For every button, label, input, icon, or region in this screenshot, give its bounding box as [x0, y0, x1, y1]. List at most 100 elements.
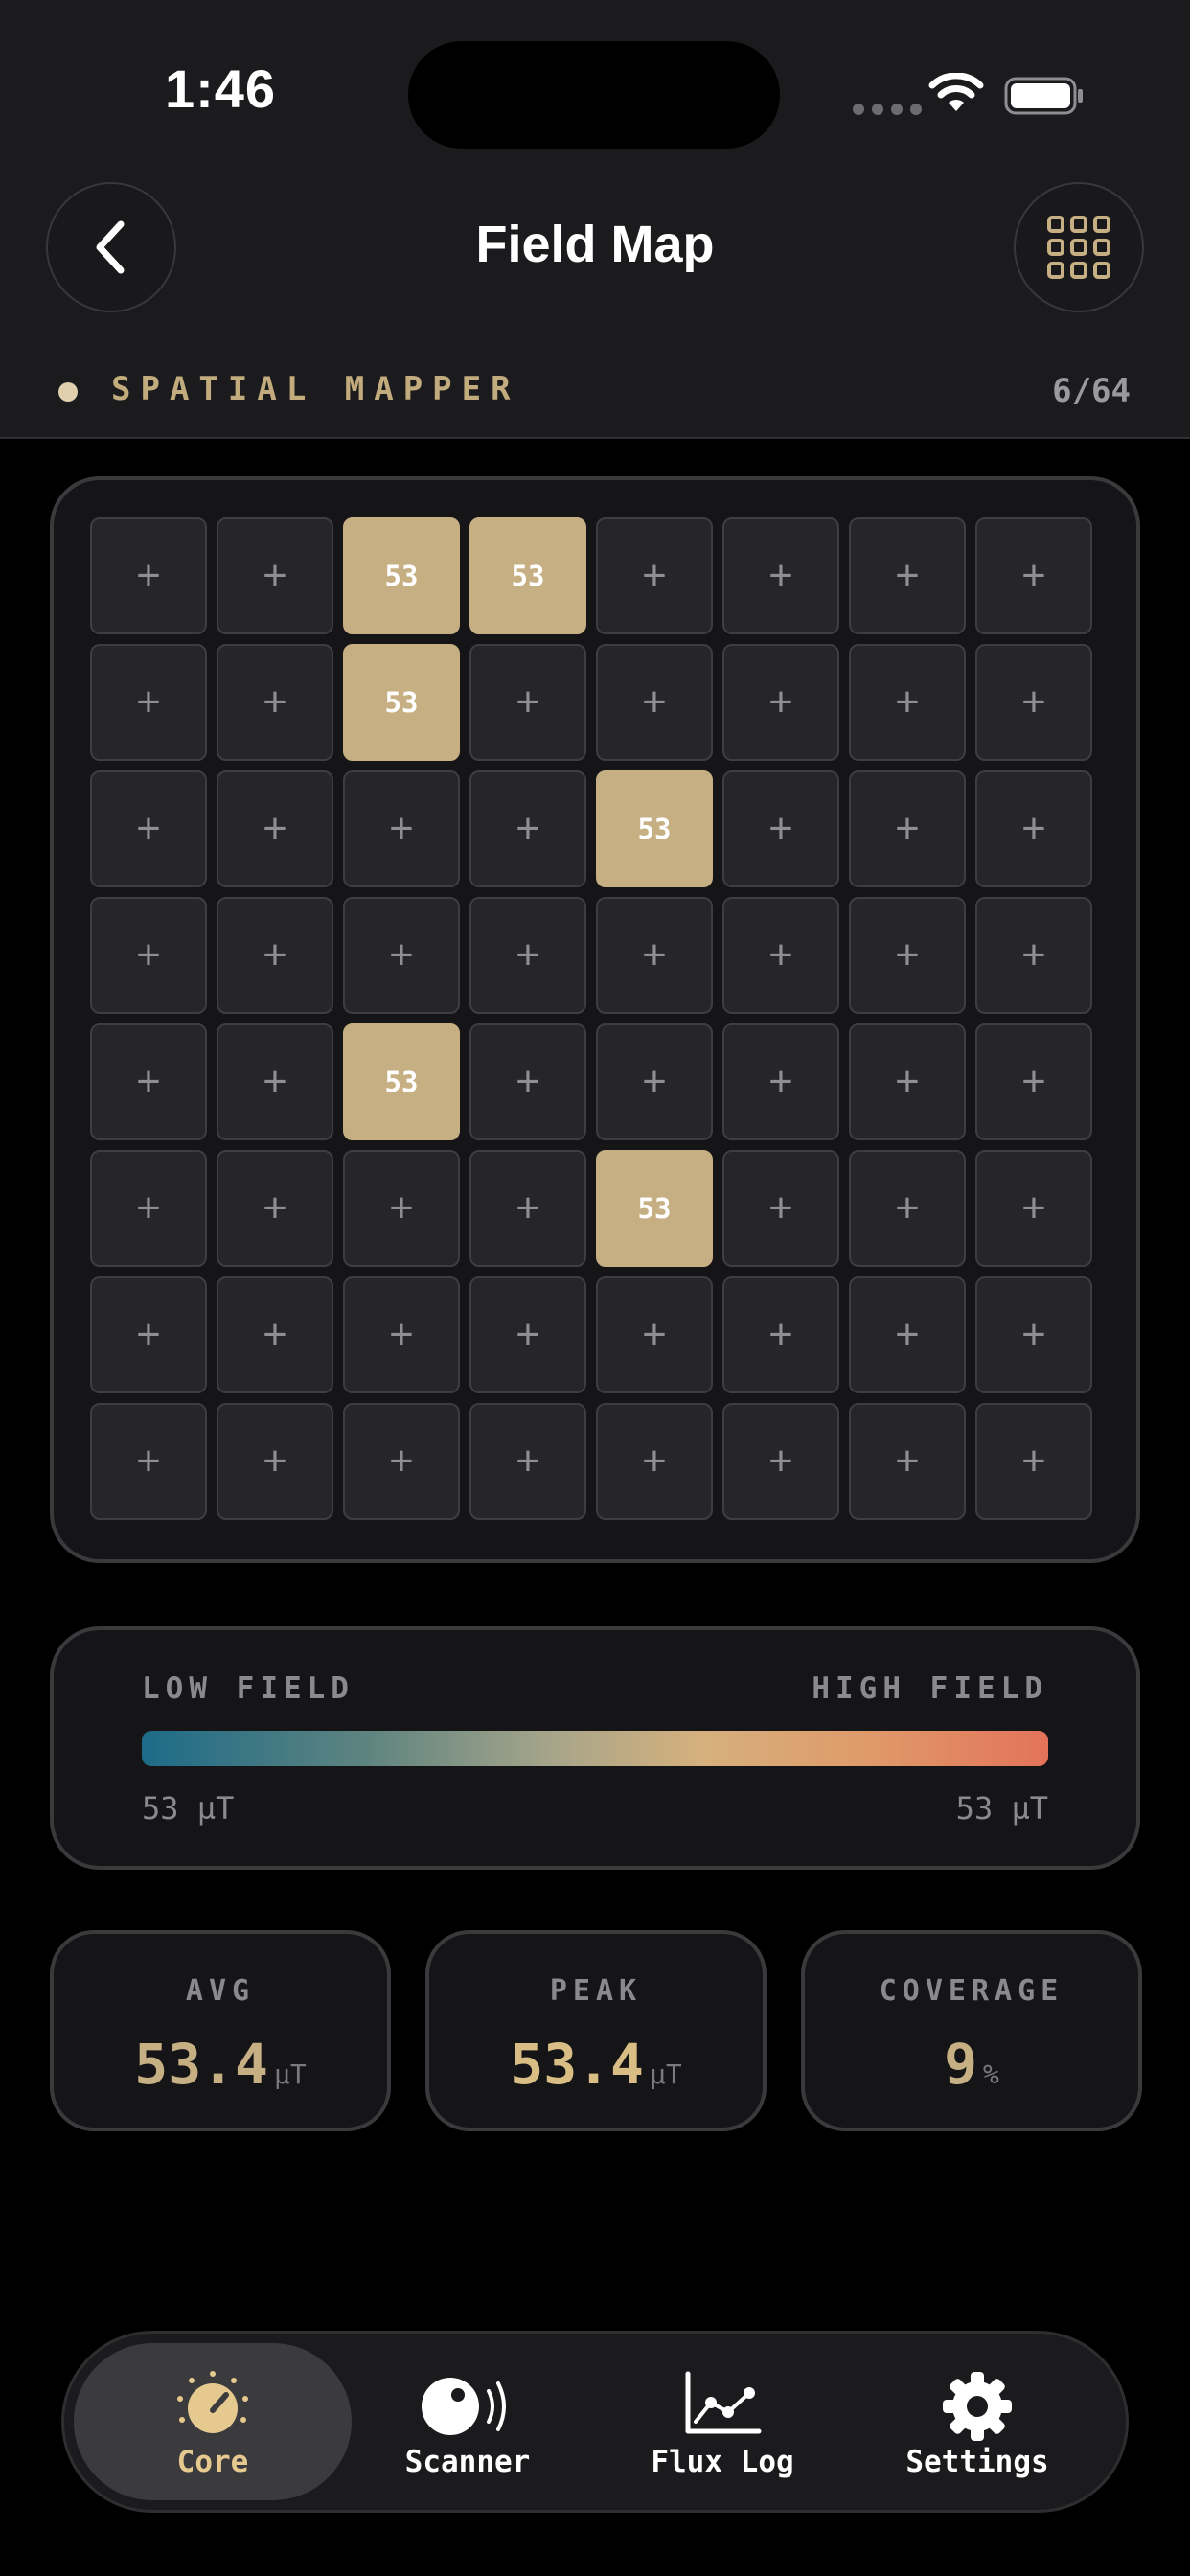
back-button[interactable] — [46, 182, 176, 312]
field-cell-empty[interactable]: + — [343, 1150, 460, 1267]
gear-icon — [943, 2372, 1012, 2441]
field-cell-filled[interactable]: 53 — [343, 644, 460, 761]
top-bar: 1:46 Field Map SPATIAL MAPPER 6/64 — [0, 0, 1190, 439]
field-cell-empty[interactable]: + — [596, 1276, 713, 1393]
stat-value: 53.4 — [134, 2032, 268, 2097]
field-cell-empty[interactable]: + — [90, 897, 207, 1014]
field-cell-empty[interactable]: + — [975, 770, 1092, 887]
field-cell-empty[interactable]: + — [217, 1276, 333, 1393]
field-cell-empty[interactable]: + — [469, 1276, 586, 1393]
field-cell-empty[interactable]: + — [469, 770, 586, 887]
field-cell-empty[interactable]: + — [722, 1150, 839, 1267]
field-cell-empty[interactable]: + — [596, 1024, 713, 1140]
field-cell-empty[interactable]: + — [90, 1403, 207, 1520]
field-cell-empty[interactable]: + — [722, 1276, 839, 1393]
stat-value: 9 — [944, 2032, 978, 2097]
field-cell-empty[interactable]: + — [975, 1403, 1092, 1520]
field-cell-empty[interactable]: + — [217, 770, 333, 887]
field-cell-empty[interactable]: + — [849, 1024, 966, 1140]
field-cell-empty[interactable]: + — [90, 1150, 207, 1267]
field-cell-empty[interactable]: + — [975, 518, 1092, 634]
legend-min-value: 53 µT — [142, 1790, 235, 1827]
scanner-icon — [422, 2378, 506, 2435]
field-cell-empty[interactable]: + — [722, 644, 839, 761]
field-cell-filled[interactable]: 53 — [343, 1024, 460, 1140]
field-cell-empty[interactable]: + — [217, 518, 333, 634]
legend-max-value: 53 µT — [955, 1790, 1048, 1827]
stat-label: PEAK — [549, 1974, 643, 2008]
field-cell-empty[interactable]: + — [849, 1403, 966, 1520]
field-cell-empty[interactable]: + — [975, 644, 1092, 761]
field-cell-empty[interactable]: + — [90, 1024, 207, 1140]
field-cell-empty[interactable]: + — [217, 1403, 333, 1520]
field-cell-empty[interactable]: + — [722, 897, 839, 1014]
field-cell-empty[interactable]: + — [849, 897, 966, 1014]
field-cell-empty[interactable]: + — [849, 518, 966, 634]
stat-unit: % — [983, 2058, 999, 2090]
wifi-icon — [928, 73, 984, 111]
field-cell-empty[interactable]: + — [469, 644, 586, 761]
tab-scanner[interactable]: Scanner — [329, 2343, 606, 2500]
field-cell-filled[interactable]: 53 — [596, 1150, 713, 1267]
tab-core[interactable]: Core — [74, 2343, 352, 2500]
field-cell-filled[interactable]: 53 — [343, 518, 460, 634]
field-cell-empty[interactable]: + — [975, 1276, 1092, 1393]
section-header: SPATIAL MAPPER 6/64 — [0, 364, 1190, 418]
field-cell-empty[interactable]: + — [469, 1024, 586, 1140]
field-cell-empty[interactable]: + — [596, 1403, 713, 1520]
field-cell-empty[interactable]: + — [90, 644, 207, 761]
tab-label: Flux Log — [651, 2445, 794, 2479]
tab-settings[interactable]: Settings — [838, 2343, 1116, 2500]
field-cell-filled[interactable]: 53 — [596, 770, 713, 887]
field-cell-empty[interactable]: + — [849, 770, 966, 887]
field-cell-empty[interactable]: + — [596, 897, 713, 1014]
field-cell-empty[interactable]: + — [469, 897, 586, 1014]
field-cell-empty[interactable]: + — [343, 897, 460, 1014]
field-cell-empty[interactable]: + — [217, 644, 333, 761]
tab-flux-log[interactable]: Flux Log — [584, 2343, 861, 2500]
field-cell-empty[interactable]: + — [90, 1276, 207, 1393]
stat-value: 53.4 — [510, 2032, 644, 2097]
peak-stat-card: PEAK 53.4 µT — [425, 1930, 767, 2131]
field-cell-empty[interactable]: + — [849, 1150, 966, 1267]
field-cell-empty[interactable]: + — [722, 770, 839, 887]
field-cell-empty[interactable]: + — [975, 1024, 1092, 1140]
field-cell-empty[interactable]: + — [596, 644, 713, 761]
field-cell-empty[interactable]: + — [722, 518, 839, 634]
grid-view-button[interactable] — [1014, 182, 1144, 312]
cell-count: 6/64 — [1052, 372, 1131, 410]
dynamic-island — [408, 41, 780, 149]
field-cell-empty[interactable]: + — [722, 1024, 839, 1140]
field-cell-empty[interactable]: + — [343, 1403, 460, 1520]
section-label: SPATIAL MAPPER — [111, 370, 520, 408]
field-cell-empty[interactable]: + — [975, 897, 1092, 1014]
field-cell-empty[interactable]: + — [849, 644, 966, 761]
field-cell-empty[interactable]: + — [975, 1150, 1092, 1267]
field-cell-empty[interactable]: + — [596, 518, 713, 634]
avg-stat-card: AVG 53.4 µT — [50, 1930, 391, 2131]
battery-icon — [1004, 77, 1083, 115]
tab-label: Scanner — [404, 2445, 531, 2479]
status-dot-icon — [58, 382, 78, 402]
field-cell-empty[interactable]: + — [469, 1403, 586, 1520]
field-cell-empty[interactable]: + — [217, 1024, 333, 1140]
field-cell-empty[interactable]: + — [90, 770, 207, 887]
grid-icon — [1047, 216, 1110, 279]
field-cell-empty[interactable]: + — [343, 770, 460, 887]
status-time: 1:46 — [164, 58, 277, 119]
field-cell-empty[interactable]: + — [90, 518, 207, 634]
field-cell-empty[interactable]: + — [722, 1403, 839, 1520]
field-cell-empty[interactable]: + — [217, 897, 333, 1014]
tab-label: Settings — [905, 2445, 1049, 2479]
field-cell-filled[interactable]: 53 — [469, 518, 586, 634]
field-cell-empty[interactable]: + — [469, 1150, 586, 1267]
stat-label: AVG — [185, 1974, 256, 2008]
tab-label: Core — [176, 2445, 249, 2479]
legend-low-label: LOW FIELD — [142, 1671, 355, 1706]
field-cell-empty[interactable]: + — [217, 1150, 333, 1267]
core-gauge-icon — [177, 2371, 248, 2433]
page-title: Field Map — [475, 216, 715, 273]
field-cell-empty[interactable]: + — [343, 1276, 460, 1393]
field-cell-empty[interactable]: + — [849, 1276, 966, 1393]
stat-unit: µT — [649, 2058, 682, 2090]
